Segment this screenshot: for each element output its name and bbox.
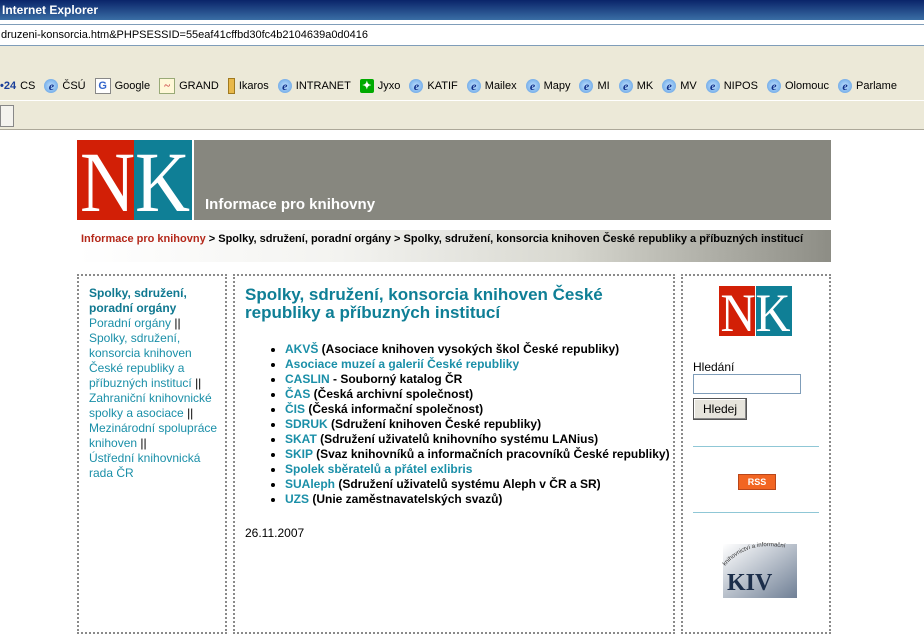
left-nav-separator: ||	[140, 436, 147, 450]
link-mailex[interactable]: e Mailex	[466, 79, 517, 93]
breadcrumb-home-link[interactable]: Informace pro knihovny	[81, 233, 206, 245]
org-link[interactable]: SKAT	[285, 432, 317, 446]
left-nav-item-mezinarodni[interactable]: Mezinárodní spolupráce knihoven	[89, 421, 217, 450]
divider	[693, 512, 819, 513]
toolbar-grip[interactable]	[0, 105, 14, 127]
rss-icon[interactable]: RSS	[738, 474, 776, 490]
kiv-logo-icon[interactable]: knihovnictví a informační věda KIV	[719, 538, 799, 600]
org-link[interactable]: CASLIN	[285, 372, 330, 386]
last-updated-date: 26.11.2007	[245, 526, 305, 540]
org-link[interactable]: ČAS	[285, 387, 310, 401]
link-mi[interactable]: e MI	[579, 79, 610, 93]
link-katif[interactable]: e KATIF	[409, 79, 458, 93]
ie-icon: e	[525, 79, 540, 93]
link-ikaros[interactable]: Ikaros	[227, 78, 269, 94]
link-csu[interactable]: e ČSÚ	[44, 79, 86, 93]
left-nav-separator: ||	[195, 376, 202, 390]
ie-icon: e	[466, 79, 481, 93]
svg-text:KIV: KIV	[727, 570, 773, 596]
link-cs[interactable]: •24 CS	[0, 79, 35, 93]
secondary-toolbar	[0, 100, 924, 130]
search-label: Hledání	[693, 360, 735, 374]
svg-text:NK: NK	[721, 286, 791, 336]
ie-icon: e	[766, 79, 781, 93]
left-nav-separator: ||	[187, 406, 194, 420]
cs-icon: •24	[0, 80, 17, 92]
right-column: NK Hledání Hledej RSS knihovnictví a inf…	[681, 274, 831, 634]
link-mapy[interactable]: e Mapy	[525, 79, 570, 93]
toolbar-area	[0, 46, 924, 72]
link-google[interactable]: G Google	[94, 78, 150, 94]
left-nav-item-ustredni[interactable]: Ústřední knihovnická rada ČR	[89, 451, 200, 480]
org-link[interactable]: SDRUK	[285, 417, 328, 431]
ie-icon: e	[44, 79, 59, 93]
org-link[interactable]: SKIP	[285, 447, 313, 461]
chart-icon: ~	[159, 78, 176, 94]
breadcrumb: Informace pro knihovny > Spolky, sdružen…	[77, 230, 831, 262]
list-item: SKIP (Svaz knihovníků a informačních pra…	[271, 447, 671, 462]
link-mv[interactable]: e MV	[662, 79, 697, 93]
divider	[693, 446, 819, 447]
left-column: Spolky, sdružení, poradní orgány Poradní…	[77, 274, 227, 634]
left-nav-item-spolky-cr[interactable]: Spolky, sdružení, konsorcia knihoven Čes…	[89, 331, 192, 390]
nk-logo-icon[interactable]: NK	[77, 140, 192, 220]
main-column: Spolky, sdružení, konsorcia knihoven Čes…	[233, 274, 675, 634]
list-item: Asociace muzeí a galerií České republiky	[271, 357, 671, 372]
link-grand[interactable]: ~ GRAND	[159, 78, 219, 94]
list-item: ČIS (Česká informační společnost)	[271, 402, 671, 417]
bookmark-icon	[227, 78, 235, 94]
link-mk[interactable]: e MK	[618, 79, 653, 93]
links-bar: •24 CS e ČSÚ G Google ~ GRAND Ikaros e INTRAN…	[0, 72, 924, 100]
left-nav-current[interactable]: Spolky, sdružení, poradní orgány	[89, 286, 187, 315]
org-link[interactable]: SUAleph	[285, 477, 335, 491]
banner-title: Informace pro knihovny	[205, 196, 376, 213]
left-nav-item-zahranicni[interactable]: Zahraniční knihovnické spolky a asociace	[89, 391, 212, 420]
list-item: CASLIN - Souborný katalog ČR	[271, 372, 671, 387]
left-nav-item-poradni[interactable]: Poradní orgány	[89, 316, 171, 330]
list-item: Spolek sběratelů a přátel exlibris	[271, 462, 671, 477]
list-item: SUAleph (Sdružení uživatelů systému Alep…	[271, 477, 671, 492]
window-titlebar: Internet Explorer	[0, 0, 924, 20]
list-item: SKAT (Sdružení uživatelů knihovního syst…	[271, 432, 671, 447]
link-jyxo[interactable]: ✦ Jyxo	[359, 79, 400, 93]
nk-logo-small-icon[interactable]: NK	[719, 286, 792, 336]
list-item: ČAS (Česká archivní společnost)	[271, 387, 671, 402]
search-button[interactable]: Hledej	[693, 398, 747, 420]
ie-icon: e	[409, 79, 424, 93]
org-link[interactable]: AKVŠ	[285, 342, 318, 356]
organization-list: AKVŠ (Asociace knihoven vysokých škol Če…	[271, 342, 671, 507]
left-nav: Spolky, sdružení, poradní orgány Poradní…	[89, 286, 223, 481]
ie-icon: e	[618, 79, 633, 93]
list-item: AKVŠ (Asociace knihoven vysokých škol Če…	[271, 342, 671, 357]
page-title: Spolky, sdružení, konsorcia knihoven Čes…	[245, 285, 603, 322]
ie-icon: e	[277, 79, 292, 93]
jyxo-icon: ✦	[359, 79, 374, 93]
org-link[interactable]: UZS	[285, 492, 309, 506]
link-parlament[interactable]: e Parlame	[837, 79, 897, 93]
org-link[interactable]: Asociace muzeí a galerií České republiky	[285, 357, 519, 371]
link-olomouc[interactable]: e Olomouc	[766, 79, 829, 93]
ie-icon: e	[705, 79, 720, 93]
site-banner: NK Informace pro knihovny	[77, 140, 831, 220]
ie-icon: e	[837, 79, 852, 93]
link-intranet[interactable]: e INTRANET	[277, 79, 351, 93]
list-item: SDRUK (Sdružení knihoven České republiky…	[271, 417, 671, 432]
google-icon: G	[94, 78, 111, 94]
link-nipos[interactable]: e NIPOS	[705, 79, 758, 93]
list-item: UZS (Unie zaměstnavatelských svazů)	[271, 492, 671, 507]
breadcrumb-path: > Spolky, sdružení, poradní orgány > Spo…	[205, 233, 804, 245]
ie-icon: e	[579, 79, 594, 93]
org-link[interactable]: ČIS	[285, 402, 305, 416]
svg-text:NK: NK	[80, 140, 190, 220]
org-link[interactable]: Spolek sběratelů a přátel exlibris	[285, 462, 472, 476]
left-nav-separator: ||	[174, 316, 181, 330]
ie-icon: e	[662, 79, 677, 93]
address-bar[interactable]: druzeni-konsorcia.htm&PHPSESSID=55eaf41c…	[0, 24, 924, 46]
search-input[interactable]	[693, 374, 801, 394]
